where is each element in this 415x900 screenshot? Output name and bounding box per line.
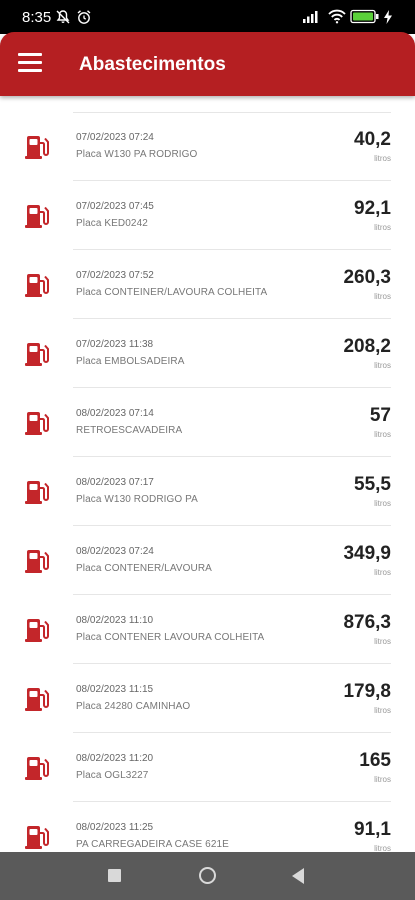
- refuel-volume: 349,9: [343, 543, 391, 564]
- alarm-icon: [77, 10, 91, 24]
- refuel-list[interactable]: 07/02/2023 07:24 Placa W130 PA RODRIGO 40,…: [0, 96, 415, 852]
- volume-unit: litros: [374, 568, 391, 577]
- list-item[interactable]: 07/02/2023 07:45 Placa KED0242 92,1 litros: [0, 181, 415, 250]
- list-item[interactable]: 08/02/2023 07:24 Placa CONTENER/LAVOURA 34…: [0, 526, 415, 595]
- status-time: 8:35: [22, 9, 52, 26]
- vehicle-plate: Placa 24280 CAMINHAO: [76, 701, 191, 712]
- fuel-pump-icon: [25, 203, 49, 229]
- volume-unit: litros: [374, 706, 391, 715]
- vehicle-plate: RETROESCAVADEIRA: [76, 425, 183, 436]
- refuel-volume: 57: [369, 405, 391, 426]
- refuel-datetime: 08/02/2023 07:14: [76, 408, 154, 419]
- list-item[interactable]: 08/02/2023 11:10 Placa CONTENER LAVOURA C…: [0, 595, 415, 664]
- back-button[interactable]: [292, 868, 304, 884]
- refuel-datetime: 08/02/2023 11:20: [76, 753, 154, 764]
- volume-unit: litros: [374, 637, 391, 646]
- refuel-datetime: 08/02/2023 11:15: [76, 684, 154, 695]
- vehicle-plate: Placa CONTEINER/LAVOURA COLHEITA: [76, 287, 268, 298]
- fuel-pump-icon: [25, 479, 49, 505]
- menu-icon[interactable]: [18, 53, 42, 75]
- volume-unit: litros: [374, 154, 391, 163]
- list-item[interactable]: 08/02/2023 11:15 Placa 24280 CAMINHAO 179,…: [0, 664, 415, 733]
- list-item[interactable]: 07/02/2023 11:38 Placa EMBOLSADEIRA 208,2 l…: [0, 319, 415, 388]
- fuel-pump-icon: [25, 272, 49, 298]
- list-item[interactable]: 08/02/2023 07:17 Placa W130 RODRIGO PA 55,…: [0, 457, 415, 526]
- app-bar: Abastecimentos: [0, 32, 415, 96]
- volume-unit: litros: [374, 775, 391, 784]
- refuel-volume: 55,5: [354, 474, 391, 495]
- vehicle-plate: Placa KED0242: [76, 218, 148, 229]
- volume-unit: litros: [374, 292, 391, 301]
- refuel-volume: 91,1: [354, 819, 391, 840]
- wifi-icon: [328, 9, 346, 24]
- volume-unit: litros: [374, 844, 391, 852]
- fuel-pump-icon: [25, 755, 49, 781]
- volume-unit: litros: [374, 361, 391, 370]
- list-item[interactable]: 07/02/2023 07:24 Placa W130 PA RODRIGO 40,…: [0, 112, 415, 181]
- refuel-volume: 92,1: [354, 198, 391, 219]
- refuel-volume: 179,8: [343, 681, 391, 702]
- list-item[interactable]: 08/02/2023 11:20 Placa OGL3227 165 litros: [0, 733, 415, 802]
- refuel-volume: 208,2: [343, 336, 391, 357]
- vehicle-plate: Placa W130 PA RODRIGO: [76, 149, 198, 160]
- fuel-pump-icon: [25, 617, 49, 643]
- refuel-volume: 165: [359, 750, 391, 771]
- battery-icon: [350, 9, 379, 24]
- refuel-volume: 876,3: [343, 612, 391, 633]
- signal-icon: [303, 11, 318, 23]
- page-title: Abastecimentos: [79, 54, 226, 75]
- fuel-pump-icon: [25, 341, 49, 367]
- refuel-volume: 40,2: [354, 129, 391, 150]
- refuel-datetime: 07/02/2023 07:24: [76, 132, 154, 143]
- refuel-datetime: 08/02/2023 07:24: [76, 546, 154, 557]
- fuel-pump-icon: [25, 824, 49, 850]
- volume-unit: litros: [374, 430, 391, 439]
- vehicle-plate: Placa CONTENER/LAVOURA: [76, 563, 212, 574]
- refuel-datetime: 07/02/2023 07:45: [76, 201, 154, 212]
- volume-unit: litros: [374, 223, 391, 232]
- refuel-volume: 260,3: [343, 267, 391, 288]
- volume-unit: litros: [374, 499, 391, 508]
- refuel-datetime: 08/02/2023 11:10: [76, 615, 154, 626]
- vehicle-plate: Placa W130 RODRIGO PA: [76, 494, 198, 505]
- refuel-datetime: 08/02/2023 11:25: [76, 822, 154, 833]
- recent-apps-button[interactable]: [108, 869, 121, 882]
- vehicle-plate: Placa EMBOLSADEIRA: [76, 356, 185, 367]
- list-item[interactable]: 08/02/2023 07:14 RETROESCAVADEIRA 57 litros: [0, 388, 415, 457]
- vehicle-plate: Placa OGL3227: [76, 770, 149, 781]
- system-navigation-bar: [0, 852, 415, 900]
- vehicle-plate: PA CARREGADEIRA CASE 621E: [76, 839, 229, 850]
- notifications-off-icon: [56, 10, 70, 24]
- charging-icon: [384, 10, 392, 24]
- refuel-datetime: 08/02/2023 07:17: [76, 477, 154, 488]
- list-item[interactable]: 08/02/2023 11:25 PA CARREGADEIRA CASE 621…: [0, 802, 415, 852]
- home-button[interactable]: [199, 867, 216, 884]
- list-item[interactable]: 07/02/2023 07:52 Placa CONTEINER/LAVOURA …: [0, 250, 415, 319]
- refuel-datetime: 07/02/2023 07:52: [76, 270, 154, 281]
- fuel-pump-icon: [25, 134, 49, 160]
- fuel-pump-icon: [25, 548, 49, 574]
- status-bar: 8:35: [0, 0, 415, 34]
- fuel-pump-icon: [25, 410, 49, 436]
- refuel-datetime: 07/02/2023 11:38: [76, 339, 154, 350]
- vehicle-plate: Placa CONTENER LAVOURA COLHEITA: [76, 632, 265, 643]
- fuel-pump-icon: [25, 686, 49, 712]
